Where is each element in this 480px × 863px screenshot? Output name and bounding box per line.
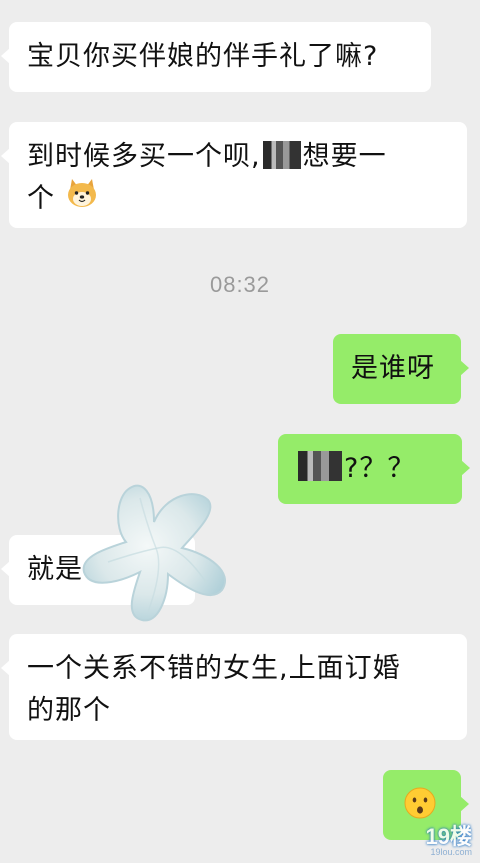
message-outgoing-2[interactable]: ?？？ (278, 434, 470, 504)
message-text: 的那个 (27, 695, 111, 726)
message-timestamp: 08:32 (209, 272, 271, 297)
starfish-sticker (78, 478, 238, 628)
message-text: 宝贝你买伴娘的伴手礼了嘛? (27, 41, 379, 72)
site-watermark: 19楼 19lou.com (425, 824, 472, 857)
message-text: 就是 (27, 554, 83, 585)
message-incoming-1[interactable]: 宝贝你买伴娘的伴手礼了嘛? (1, 22, 431, 92)
dog-face-icon (65, 178, 99, 221)
pixelated-name (262, 141, 301, 169)
message-text: ?？？ (344, 453, 416, 484)
message-incoming-2[interactable]: 到时候多买一个呗, 想要一 个 (1, 122, 467, 228)
message-text: 想要一 (302, 141, 387, 172)
message-text: 是谁呀 (351, 353, 435, 384)
message-outgoing-1[interactable]: 是谁呀 (333, 334, 469, 404)
message-incoming-4[interactable]: 一个关系不错的女生,上面订婚 的那个 (1, 634, 467, 740)
message-text: 一个关系不错的女生,上面订婚 (27, 653, 401, 684)
pixelated-name (298, 451, 342, 481)
message-text: 个 (27, 183, 55, 214)
chat-view: 宝贝你买伴娘的伴手礼了嘛? 到时候多买一个呗, 想要一 个 08:32 是谁呀 ?… (0, 0, 480, 863)
message-text: 到时候多买一个呗, (27, 141, 261, 172)
